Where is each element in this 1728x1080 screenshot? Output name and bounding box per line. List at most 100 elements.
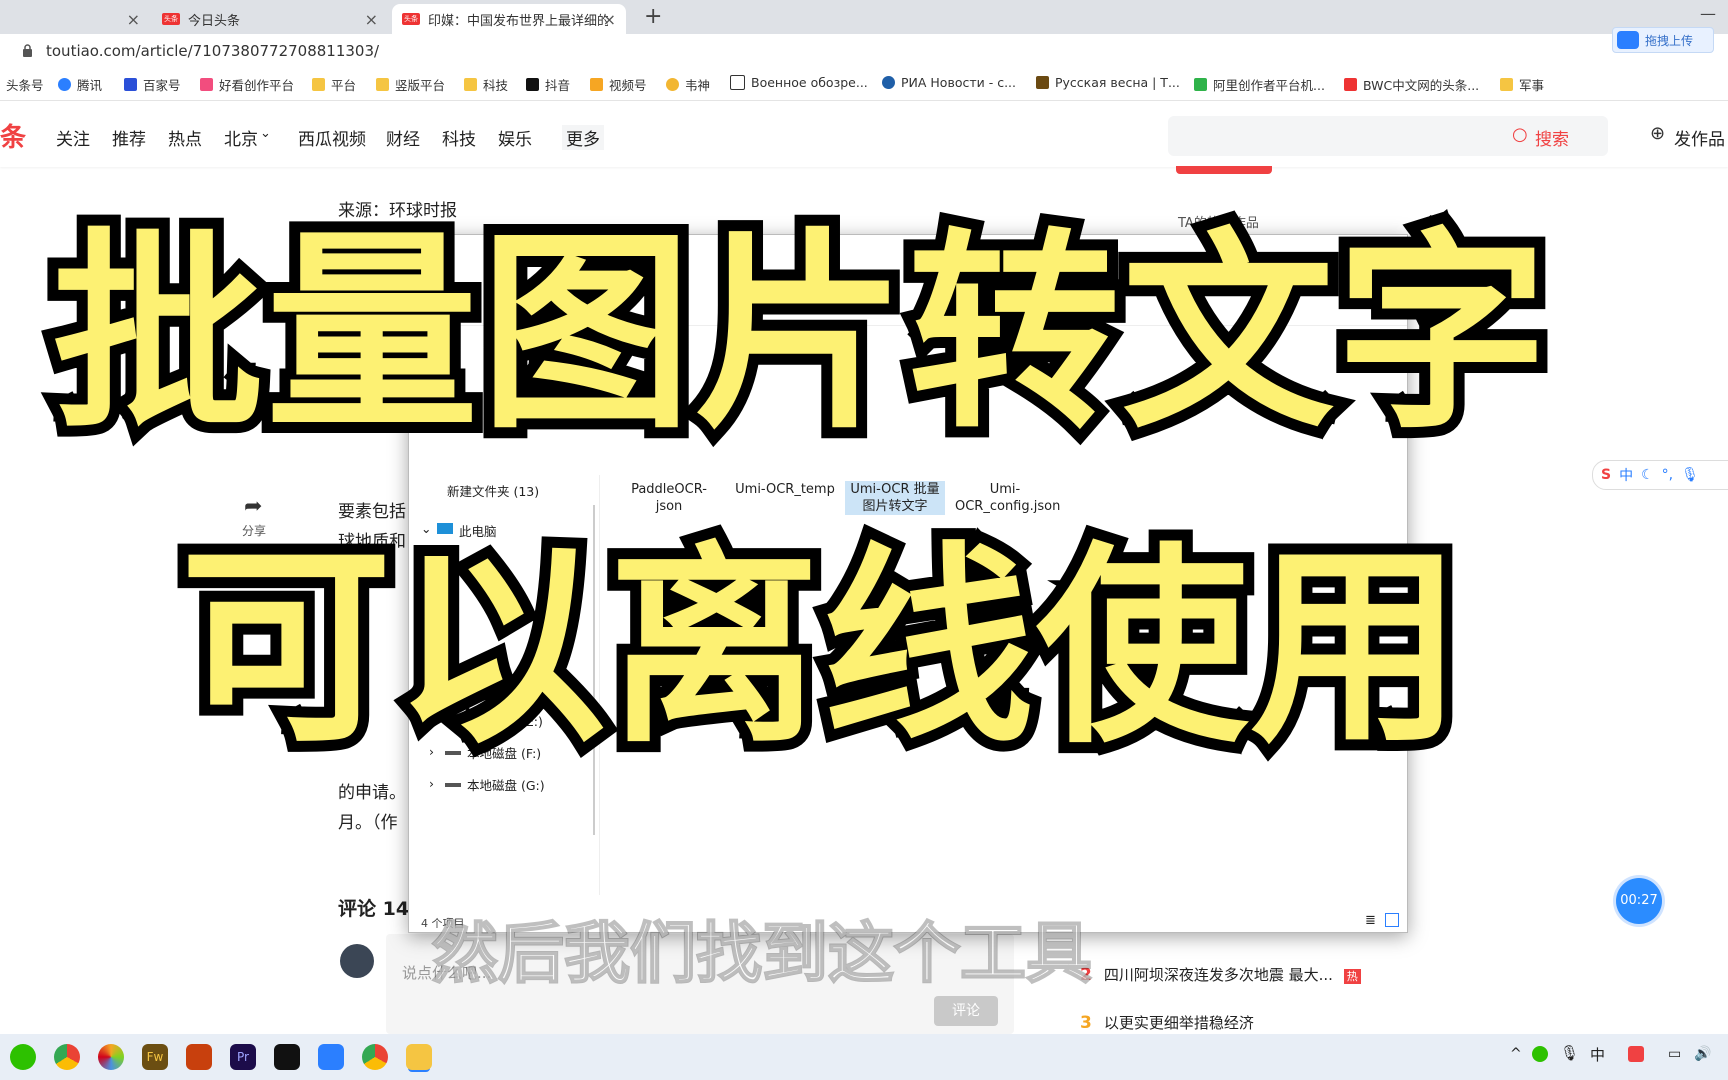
url-field[interactable]: toutiao.com/article/7107380772708811303/: [46, 42, 379, 60]
bookmark-item[interactable]: 平台: [312, 75, 356, 94]
site-logo[interactable]: 条: [0, 117, 26, 154]
fireworks-icon[interactable]: Fw: [142, 1044, 168, 1070]
close-icon[interactable]: ×: [603, 10, 616, 29]
tab-label: 印媒：中国发布世界上最详细的月: [428, 13, 608, 29]
tray-icon[interactable]: [1532, 1046, 1548, 1062]
bookmark-item[interactable]: 好看创作平台: [200, 75, 294, 94]
nav-item[interactable]: 财经: [386, 125, 420, 150]
network-icon[interactable]: ▭: [1668, 1046, 1681, 1062]
toutiao-favicon-icon: [1344, 78, 1357, 91]
bookmark-item[interactable]: 百家号: [124, 75, 181, 94]
play-icon: [200, 78, 213, 91]
comment-submit-button[interactable]: 评论: [934, 996, 998, 1026]
premiere-icon[interactable]: Pr: [230, 1044, 256, 1070]
bookmark-icon: [58, 78, 71, 91]
tab-blank[interactable]: ×: [0, 4, 150, 34]
file-item[interactable]: PaddleOCR-json: [619, 481, 719, 515]
new-tab-button[interactable]: +: [644, 4, 662, 29]
sogou-icon[interactable]: [1628, 1046, 1644, 1062]
close-icon[interactable]: ×: [127, 10, 140, 29]
folder-icon: [464, 78, 477, 91]
chrome-icon[interactable]: [362, 1044, 388, 1070]
chevron-up-icon[interactable]: ^: [1510, 1046, 1522, 1062]
bookmark-item[interactable]: Русская весна | Т...: [1036, 75, 1180, 90]
bookmark-item[interactable]: 韦神: [666, 75, 710, 94]
bookmark-item[interactable]: 科技: [464, 75, 508, 94]
hot-badge: 热: [1343, 969, 1361, 984]
file-item[interactable]: Umi-OCR_temp: [735, 481, 835, 498]
avatar-icon: [666, 78, 679, 91]
capcut-icon[interactable]: [274, 1044, 300, 1070]
chrome-icon[interactable]: [54, 1044, 80, 1070]
nav-item[interactable]: 娱乐: [498, 125, 532, 150]
nav-item[interactable]: 北京: [224, 125, 258, 150]
trend-title: 四川阿坝深夜连发多次地震 最大...: [1103, 966, 1333, 984]
bookmark-item[interactable]: 头条号: [6, 75, 44, 94]
butterfly-icon: [590, 78, 603, 91]
folder-icon: [376, 78, 389, 91]
bookmark-item[interactable]: 腾讯: [58, 75, 102, 94]
file-item-selected[interactable]: Umi-OCR 批量图片转文字: [845, 481, 945, 515]
volume-icon[interactable]: 🔊: [1694, 1046, 1711, 1062]
ime-icon[interactable]: 中: [1590, 1044, 1605, 1065]
chevron-down-icon: ⌄: [260, 126, 271, 141]
bookmark-item[interactable]: BWC中文网的头条...: [1344, 75, 1479, 94]
feishu-icon[interactable]: [318, 1044, 344, 1070]
close-icon[interactable]: ×: [365, 10, 378, 29]
bookmark-item[interactable]: Военное обозре...: [730, 75, 868, 90]
trend-rank: 3: [1080, 1013, 1092, 1033]
douyin-icon: [526, 78, 539, 91]
trending-item[interactable]: 3 以更实更细举措稳经济: [1080, 1012, 1254, 1033]
tab-label: 今日头条: [188, 13, 241, 29]
wechat-icon[interactable]: [10, 1044, 36, 1070]
bookmark-item[interactable]: 抖音: [526, 75, 570, 94]
tab-article[interactable]: 头条 印媒：中国发布世界上最详细的月 ×: [392, 4, 626, 34]
minimize-button[interactable]: —: [1700, 4, 1716, 23]
nav-item[interactable]: 科技: [442, 125, 476, 150]
tab-toutiao[interactable]: 头条 今日头条 ×: [152, 4, 388, 34]
upload-widget[interactable]: 拖拽上传: [1612, 27, 1714, 53]
details-view-icon[interactable]: ≣: [1365, 913, 1376, 928]
search-icon: ○: [1512, 124, 1528, 145]
bookmark-item[interactable]: РИА Новости - с...: [882, 75, 1016, 90]
tab-bar: × 头条 今日头条 × 头条 印媒：中国发布世界上最详细的月 × + —: [0, 0, 1728, 34]
tiles-view-icon[interactable]: [1385, 913, 1399, 927]
search-button[interactable]: 搜索: [1535, 125, 1569, 150]
bookmark-item[interactable]: 军事: [1500, 75, 1544, 94]
chevron-right-icon[interactable]: ›: [429, 776, 434, 791]
leaf-icon: [1194, 78, 1207, 91]
bookmark-item[interactable]: 视频号: [590, 75, 647, 94]
toutiao-favicon-icon: 头条: [162, 13, 180, 25]
folder-icon: [312, 78, 325, 91]
recording-timer[interactable]: 00:27: [1616, 878, 1662, 924]
nav-more[interactable]: 更多: [562, 125, 604, 150]
bookmark-item[interactable]: 阿里创作者平台机...: [1194, 75, 1325, 94]
paw-icon: [124, 78, 137, 91]
publish-button[interactable]: 发作品: [1674, 125, 1725, 150]
microphone-icon: 🎙: [1681, 467, 1699, 483]
lock-icon: [23, 44, 32, 57]
file-item[interactable]: Umi-OCR_config.json: [955, 481, 1060, 515]
nav-item[interactable]: 关注: [56, 125, 90, 150]
tree-item-drive-g[interactable]: 本地磁盘 (G:): [467, 775, 545, 794]
trending-item[interactable]: 2 四川阿坝深夜连发多次地震 最大... 热: [1080, 964, 1361, 985]
follow-button-edge[interactable]: [1176, 166, 1272, 174]
cloud-icon: [1617, 31, 1639, 49]
toutiao-favicon-icon: 头条: [402, 13, 420, 25]
tree-item-folder[interactable]: 新建文件夹 (13): [447, 481, 539, 500]
shield-icon[interactable]: [186, 1044, 212, 1070]
file-explorer-icon[interactable]: [406, 1044, 432, 1070]
nav-item[interactable]: 西瓜视频: [298, 125, 366, 150]
nav-item[interactable]: 热点: [168, 125, 202, 150]
ime-toolbar[interactable]: S 中 ☾ °, 🎙: [1592, 460, 1728, 490]
headline-line2: 可以离线使用: [169, 517, 1473, 779]
article-text: 的申请。: [338, 783, 406, 803]
nav-item[interactable]: 推荐: [112, 125, 146, 150]
taskbar: [0, 1034, 1728, 1080]
share-icon[interactable]: ➦: [244, 494, 262, 519]
upload-label: 拖拽上传: [1645, 33, 1694, 48]
bookmark-item[interactable]: 竖版平台: [376, 75, 445, 94]
avatar[interactable]: [340, 944, 374, 978]
browser-icon[interactable]: [98, 1044, 124, 1070]
microphone-icon[interactable]: 🎙: [1560, 1044, 1579, 1062]
